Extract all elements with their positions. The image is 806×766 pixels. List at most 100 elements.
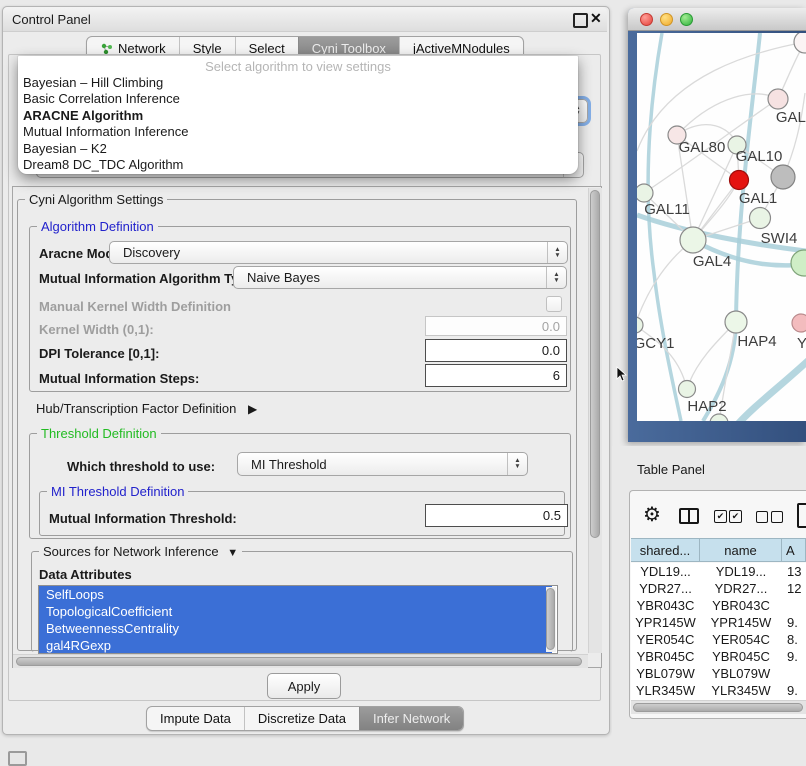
attribute-item-gal4rgexp[interactable]: gal4RGexp <box>39 637 552 654</box>
attr-list-scrollbar[interactable] <box>546 587 556 652</box>
algorithm-option-bayesian-k2[interactable]: Bayesian – K2 <box>18 141 578 157</box>
table-header-row[interactable]: shared...nameA <box>631 538 806 562</box>
table-row[interactable]: YBR045CYBR045C9. <box>631 648 806 665</box>
tab-infer-network[interactable]: Infer Network <box>359 707 463 730</box>
settings-hscrollbar[interactable] <box>13 654 588 668</box>
node-label-swi4: SWI4 <box>761 230 798 247</box>
expander-expanded-icon: ▼ <box>222 547 238 559</box>
network-node[interactable] <box>637 184 653 202</box>
apply-button[interactable]: Apply <box>267 673 341 699</box>
table-body[interactable]: YDL19...YDL19...13YDR27...YDR27...12YBR0… <box>631 563 806 700</box>
network-node[interactable] <box>710 414 728 421</box>
table-cell <box>782 665 806 682</box>
table-cell: YBR045C <box>631 648 700 665</box>
node-label-gcy1: GCY1 <box>637 335 674 352</box>
node-label-y: Y <box>797 335 806 352</box>
network-node[interactable] <box>725 311 747 333</box>
dpi-tolerance-field[interactable]: 0.0 <box>425 339 567 362</box>
table-cell: YDL19... <box>700 563 782 580</box>
table-cell: YPR145W <box>631 614 700 631</box>
table-row[interactable]: YBR043CYBR043C <box>631 597 806 614</box>
table-cell: 8. <box>782 631 806 648</box>
table-row[interactable]: YBL079WYBL079W <box>631 665 806 682</box>
combo-arrows-icon: ▲▼ <box>547 242 567 263</box>
manual-kernel-checkbox[interactable] <box>546 296 562 312</box>
network-edge[interactable] <box>637 240 693 325</box>
table-cell: YBR043C <box>700 597 782 614</box>
algorithm-option-aracne-algorithm[interactable]: ARACNE Algorithm <box>18 108 578 124</box>
aracne-mode-combo[interactable]: Discovery ▲▼ <box>109 241 568 264</box>
table-row[interactable]: YPR145WYPR145W9. <box>631 614 806 631</box>
attribute-item-selfloops[interactable]: SelfLoops <box>39 586 552 603</box>
network-node[interactable] <box>750 208 771 229</box>
mi-type-combo[interactable]: Naive Bayes ▲▼ <box>233 266 567 289</box>
attribute-item-betweennesscentrality[interactable]: BetweennessCentrality <box>39 620 552 637</box>
network-node[interactable] <box>791 250 806 276</box>
checked-checkbox-icon[interactable]: ✔ <box>729 510 742 523</box>
kernel-width-field[interactable]: 0.0 <box>425 316 567 336</box>
tab-discretize-data[interactable]: Discretize Data <box>244 707 359 730</box>
table-row[interactable]: YER054CYER054C8. <box>631 631 806 648</box>
sources-group-title[interactable]: Sources for Network Inference ▼ <box>39 544 242 559</box>
close-icon[interactable]: ✕ <box>590 10 602 27</box>
expander-collapsed-icon: ▶ <box>240 402 257 416</box>
kernel-width-label: Kernel Width (0,1): <box>39 322 154 337</box>
attribute-item-topologicalcoefficient[interactable]: TopologicalCoefficient <box>39 603 552 620</box>
network-node[interactable] <box>792 314 806 332</box>
network-node[interactable] <box>771 165 795 189</box>
network-window-titlebar[interactable] <box>628 8 806 31</box>
manual-kernel-label: Manual Kernel Width Definition <box>39 299 231 314</box>
data-attributes-list[interactable]: SelfLoopsTopologicalCoefficientBetweenne… <box>38 585 558 654</box>
clipped-toolbar-icon[interactable] <box>797 503 806 528</box>
network-node[interactable] <box>768 89 788 109</box>
table-cell: YDL19... <box>631 563 700 580</box>
table-row[interactable]: YDL19...YDL19...13 <box>631 563 806 580</box>
algorithm-option-bayesian-hill-climbing[interactable]: Bayesian – Hill Climbing <box>18 75 578 91</box>
network-node[interactable] <box>680 227 706 253</box>
node-label-hap2: HAP2 <box>687 398 726 415</box>
algorithm-option-basic-correlation-inference[interactable]: Basic Correlation Inference <box>18 91 578 107</box>
data-attributes-label: Data Attributes <box>39 567 132 582</box>
float-window-icon[interactable] <box>573 13 588 28</box>
network-node[interactable] <box>730 171 749 190</box>
network-edge[interactable] <box>677 94 778 135</box>
control-panel-title: Control Panel <box>12 12 91 27</box>
column-header-name[interactable]: name <box>700 539 782 561</box>
network-edge[interactable] <box>693 145 737 240</box>
mi-steps-field[interactable]: 6 <box>425 364 567 387</box>
algorithm-option-dream8-dc-tdc-algorithm[interactable]: Dream8 DC_TDC Algorithm <box>18 157 578 173</box>
column-header-shared[interactable]: shared... <box>631 539 700 561</box>
tab-impute-data[interactable]: Impute Data <box>147 707 244 730</box>
gear-icon[interactable]: ⚙ <box>643 502 661 527</box>
column-header-a[interactable]: A <box>782 539 806 561</box>
algorithm-option-mutual-information-inference[interactable]: Mutual Information Inference <box>18 124 578 140</box>
zoom-traffic-light-icon[interactable] <box>680 13 693 26</box>
checked-checkbox-icon[interactable]: ✔ <box>714 510 727 523</box>
settings-vscrollbar[interactable] <box>588 188 602 653</box>
combo-arrows-icon: ▲▼ <box>546 267 566 288</box>
hub-expander[interactable]: Hub/Transcription Factor Definition ▶ <box>36 401 257 416</box>
network-edge[interactable] <box>687 322 736 389</box>
table-row[interactable]: YDR27...YDR27...12 <box>631 580 806 597</box>
table-hscrollbar[interactable] <box>631 700 806 714</box>
which-threshold-combo[interactable]: MI Threshold ▲▼ <box>237 452 528 476</box>
network-canvas[interactable]: GAL8GAL80GAL10GAL1GAL11SWI4GAL4GCY1HAP4Y… <box>637 33 806 421</box>
algorithm-dropdown: Select algorithm to view settings Bayesi… <box>18 56 578 174</box>
minimize-traffic-light-icon[interactable] <box>660 13 673 26</box>
table-cell: 12 <box>782 580 806 597</box>
network-edge[interactable] <box>783 93 805 177</box>
node-label-gal10: GAL10 <box>736 148 783 165</box>
network-node[interactable] <box>679 381 696 398</box>
unchecked-checkbox-icon[interactable] <box>756 511 768 523</box>
network-node[interactable] <box>794 33 806 53</box>
network-edge[interactable] <box>737 358 806 421</box>
mi-type-label: Mutual Information Algorithm Type: <box>39 271 258 286</box>
table-row[interactable]: YLR345WYLR345W9. <box>631 682 806 699</box>
unchecked-checkbox-icon[interactable] <box>771 511 783 523</box>
columns-icon[interactable] <box>679 508 699 524</box>
table-cell: YER054C <box>700 631 782 648</box>
table-cell: YBR045C <box>700 648 782 665</box>
close-traffic-light-icon[interactable] <box>640 13 653 26</box>
table-cell <box>782 597 806 614</box>
mi-threshold-field[interactable]: 0.5 <box>425 504 568 527</box>
